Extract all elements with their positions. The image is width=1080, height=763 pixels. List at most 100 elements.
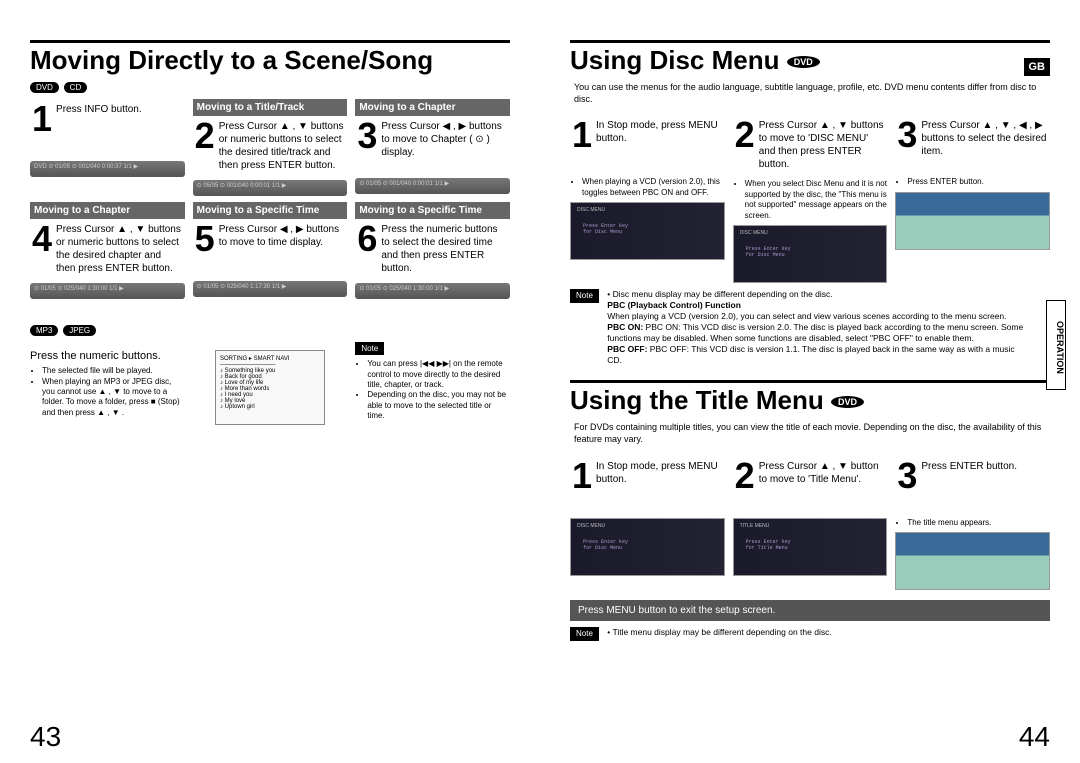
- steps-row-2: Moving to a Chapter 4 Press Cursor ▲ , ▼…: [30, 202, 510, 299]
- note-text: Title menu display may be different depe…: [612, 627, 831, 637]
- file-list-box: SORTING ▸ SMART NAVI ───────────── ♪ Som…: [215, 350, 325, 425]
- rule: [570, 40, 1050, 43]
- info-bar: DVD ⊙ 01/05 ⊙ 001/040 0:00:37 1/1 ▶: [30, 161, 185, 177]
- step-text: Press Cursor ▲ , ▼ buttons or numeric bu…: [219, 120, 346, 172]
- step-num: 1: [32, 103, 52, 135]
- disc-step-2: 2 Press Cursor ▲ , ▼ buttons to move to …: [733, 115, 888, 283]
- tv-screen: DISC MENU Press Enter keyfor Disc Menu: [733, 225, 888, 283]
- info-bar: ⊙ 01/05 ⊙ 001/040 0:00:01 1/1 ▶: [355, 178, 510, 194]
- note-bullets: You can press |◀◀ ▶▶| on the remote cont…: [355, 359, 510, 421]
- step-text: Press Cursor ▲ , ▼ button to move to 'Ti…: [759, 460, 886, 486]
- step-text: Press Cursor ◀ , ▶ buttons to move to Ch…: [381, 120, 508, 159]
- pill-cd: CD: [64, 82, 88, 93]
- tv-screen: DISC MENU Press Enter keyfor Disc Menu: [570, 202, 725, 260]
- note-line: Disc menu display may be different depen…: [613, 289, 833, 299]
- step-text: Press ENTER button.: [921, 460, 1048, 473]
- exit-instruction: Press MENU button to exit the setup scre…: [570, 600, 1050, 621]
- step-header: Moving to a Specific Time: [193, 202, 348, 219]
- step-num: 1: [572, 460, 592, 492]
- rule: [570, 380, 1050, 383]
- page-44: GB OPERATION Using Disc Menu DVD You can…: [540, 0, 1080, 763]
- step-text: Press Cursor ▲ , ▼ buttons or numeric bu…: [56, 223, 183, 275]
- note-bullet: Depending on the disc, you may not be ab…: [367, 390, 510, 421]
- title-step-2: 2 Press Cursor ▲ , ▼ button to move to '…: [733, 456, 888, 590]
- pill-mp3: MP3: [30, 325, 58, 336]
- title-using-title-menu: Using the Title Menu DVD: [570, 385, 1050, 416]
- step-num: 4: [32, 223, 52, 255]
- step-num: 6: [357, 223, 377, 255]
- title-text: Using Disc Menu: [570, 45, 779, 75]
- step-num: 2: [735, 460, 755, 492]
- step-bullet: When you select Disc Menu and it is not …: [733, 179, 888, 221]
- step-num: 3: [897, 460, 917, 492]
- note-line: PBC (Playback Control) Function: [607, 300, 741, 310]
- step-bullet: When playing a VCD (version 2.0), this t…: [570, 177, 725, 198]
- mp3-jpeg-pills: MP3 JPEG: [30, 325, 510, 336]
- note-label: Note: [355, 342, 384, 355]
- step-4: Moving to a Chapter 4 Press Cursor ▲ , ▼…: [30, 202, 185, 299]
- note-bullet: You can press |◀◀ ▶▶| on the remote cont…: [367, 359, 510, 390]
- disc-note-block: Note • Disc menu display may be differen…: [570, 289, 1050, 366]
- step-header: Moving to a Chapter: [30, 202, 185, 219]
- disc-steps-row: 1 In Stop mode, press MENU button. When …: [570, 115, 1050, 283]
- title-using-disc-menu: Using Disc Menu DVD: [570, 45, 1050, 76]
- title-subtext: For DVDs containing multiple titles, you…: [574, 422, 1050, 445]
- pill-jpeg: JPEG: [63, 325, 96, 336]
- title-note-block: Note • Title menu display may be differe…: [570, 627, 1050, 641]
- gb-badge: GB: [1024, 58, 1051, 76]
- step-3: Moving to a Chapter 3 Press Cursor ◀ , ▶…: [355, 99, 510, 196]
- step-header: Moving to a Chapter: [355, 99, 510, 116]
- disc-type-pills: DVD CD: [30, 82, 510, 93]
- tv-screen-dolphin: [895, 532, 1050, 590]
- step-5: Moving to a Specific Time 5 Press Cursor…: [193, 202, 348, 299]
- note-label: Note: [570, 289, 599, 303]
- note-line: PBC ON: This VCD disc is version 2.0. Th…: [607, 322, 1023, 343]
- info-bar: ⊙ 01/05 ⊙ 025/040 1:30:00 1/1 ▶: [355, 283, 510, 299]
- step-text: Press the numeric buttons to select the …: [381, 223, 508, 275]
- step-header: Moving to a Specific Time: [355, 202, 510, 219]
- step-num: 3: [897, 119, 917, 151]
- note-line: When playing a VCD (version 2.0), you ca…: [607, 311, 1006, 321]
- page-number-43: 43: [30, 721, 61, 753]
- step-text: Press INFO button.: [56, 103, 183, 116]
- info-bar: ⊙ 01/05 ⊙ 025/040 1:17:30 1/1 ▶: [193, 281, 348, 297]
- bullet: The selected file will be played.: [42, 366, 185, 376]
- step-text: Press Cursor ▲ , ▼ , ◀ , ▶ buttons to se…: [921, 119, 1048, 158]
- tv-screen-dolphin: [895, 192, 1050, 250]
- step-num: 3: [357, 120, 377, 152]
- mp3-row: Press the numeric buttons. The selected …: [30, 342, 510, 425]
- step-6: Moving to a Specific Time 6 Press the nu…: [355, 202, 510, 299]
- step-bullet: Press ENTER button.: [895, 177, 1050, 187]
- info-bar: ⊙ 01/05 ⊙ 025/040 1:30:00 1/1 ▶: [30, 283, 185, 299]
- page-number-44: 44: [1019, 721, 1050, 753]
- disc-subtext: You can use the menus for the audio lang…: [574, 82, 1050, 105]
- step-text: Press Cursor ▲ , ▼ buttons to move to 'D…: [759, 119, 886, 171]
- step-1: 1 Press INFO button. DVD ⊙ 01/05 ⊙ 001/0…: [30, 99, 185, 196]
- tv-screen: TITLE MENU Press Enter keyfor Title Menu: [733, 518, 888, 576]
- dvd-badge: DVD: [831, 396, 864, 408]
- step-text: Press Cursor ◀ , ▶ buttons to move to ti…: [219, 223, 346, 249]
- step-num: 5: [195, 223, 215, 255]
- step-text: In Stop mode, press MENU button.: [596, 119, 723, 145]
- rule-top: [30, 40, 510, 43]
- note-line: PBC OFF: This VCD disc is version 1.1. T…: [607, 344, 1014, 365]
- operation-tab: OPERATION: [1046, 300, 1066, 390]
- file-list-illustration: SORTING ▸ SMART NAVI ───────────── ♪ Som…: [193, 342, 348, 425]
- bullet: When playing an MP3 or JPEG disc, you ca…: [42, 377, 185, 419]
- note-col: Note You can press |◀◀ ▶▶| on the remote…: [355, 342, 510, 425]
- steps-row-1: 1 Press INFO button. DVD ⊙ 01/05 ⊙ 001/0…: [30, 99, 510, 196]
- numeric-text: Press the numeric buttons.: [30, 350, 185, 362]
- page-43: Moving Directly to a Scene/Song DVD CD 1…: [0, 0, 540, 763]
- disc-step-1: 1 In Stop mode, press MENU button. When …: [570, 115, 725, 283]
- step-header: Moving to a Title/Track: [193, 99, 348, 116]
- step-num: 2: [195, 120, 215, 152]
- numeric-col: Press the numeric buttons. The selected …: [30, 342, 185, 425]
- title-step-1: 1 In Stop mode, press MENU button. DISC …: [570, 456, 725, 590]
- numeric-bullets: The selected file will be played. When p…: [30, 366, 185, 418]
- disc-step-3: 3 Press Cursor ▲ , ▼ , ◀ , ▶ buttons to …: [895, 115, 1050, 283]
- title-step-3: 3 Press ENTER button. The title menu app…: [895, 456, 1050, 590]
- info-bar: ⊙ 05/05 ⊙ 001/040 0:00:01 1/1 ▶: [193, 180, 348, 196]
- title-steps-row: 1 In Stop mode, press MENU button. DISC …: [570, 456, 1050, 590]
- step-2: Moving to a Title/Track 2 Press Cursor ▲…: [193, 99, 348, 196]
- title-moving-directly: Moving Directly to a Scene/Song: [30, 45, 510, 76]
